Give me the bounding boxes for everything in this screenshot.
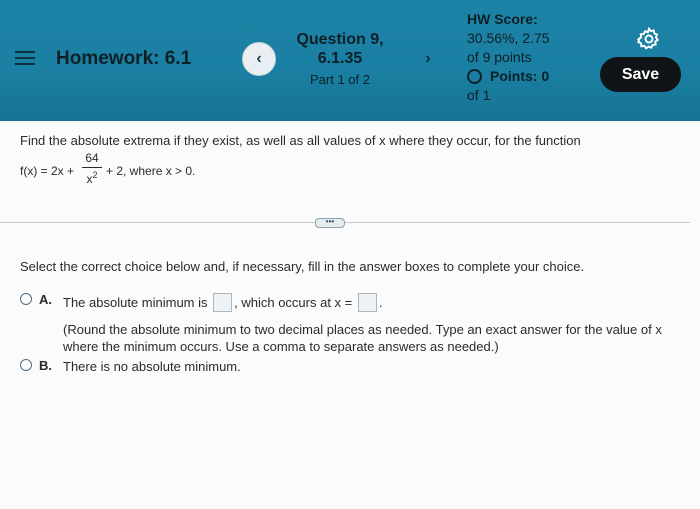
question-title: Question 9, xyxy=(296,31,384,48)
hw-score-panel: HW Score: 30.56%, 2.75 of 9 points Point… xyxy=(467,10,550,105)
next-question-button[interactable]: › xyxy=(411,42,445,76)
question-prompt: Find the absolute extrema if they exist,… xyxy=(20,133,581,148)
save-button[interactable]: Save xyxy=(600,57,681,92)
points-of: of 1 xyxy=(467,87,491,103)
expand-more-button[interactable]: ••• xyxy=(315,218,345,228)
question-content: Find the absolute extrema if they exist,… xyxy=(0,121,700,509)
fraction-denominator: x2 xyxy=(86,170,98,186)
gear-icon[interactable] xyxy=(636,26,662,52)
question-info: Question 9, 6.1.35 Part 1 of 2 xyxy=(280,30,400,87)
score-of: of 9 points xyxy=(467,49,532,65)
function-lhs: f(x) = 2x + xyxy=(20,164,75,178)
answer-instruction: Select the correct choice below and, if … xyxy=(20,259,585,274)
points-row: Points: 0 xyxy=(467,67,550,86)
score-value: 30.56%, 2.75 xyxy=(467,30,550,46)
chevron-right-icon: › xyxy=(425,50,431,67)
function-rhs: + 2, where x > 0. xyxy=(106,164,196,178)
question-part: Part 1 of 2 xyxy=(310,72,370,87)
fraction-numerator: 64 xyxy=(85,151,99,165)
choice-a-text: The absolute minimum is , which occurs a… xyxy=(63,293,383,312)
section-divider xyxy=(0,222,690,223)
previous-question-button[interactable]: ‹ xyxy=(242,42,276,76)
absolute-minimum-input[interactable] xyxy=(213,293,233,312)
choice-a-rounding-note: (Round the absolute minimum to two decim… xyxy=(63,322,662,354)
function-fraction: 64 x2 xyxy=(82,151,102,186)
choice-a-letter: A. xyxy=(39,292,52,307)
points-circle-icon xyxy=(467,69,482,84)
x-value-input[interactable] xyxy=(357,293,377,312)
hamburger-menu-icon[interactable] xyxy=(15,51,35,67)
choice-a-radio[interactable] xyxy=(20,293,32,305)
points-label: Points: 0 xyxy=(490,68,550,84)
question-number: 6.1.35 xyxy=(317,50,363,67)
chevron-left-icon: ‹ xyxy=(256,50,262,67)
header-bar: Homework: 6.1 ‹ Question 9, 6.1.35 Part … xyxy=(0,0,700,121)
choice-b-text: There is no absolute minimum. xyxy=(63,359,241,374)
choice-b-letter: B. xyxy=(39,358,52,373)
score-label: HW Score: xyxy=(467,11,538,27)
choice-b-radio[interactable] xyxy=(20,359,32,371)
fraction-bar xyxy=(82,167,102,168)
homework-title: Homework: 6.1 xyxy=(56,48,192,69)
